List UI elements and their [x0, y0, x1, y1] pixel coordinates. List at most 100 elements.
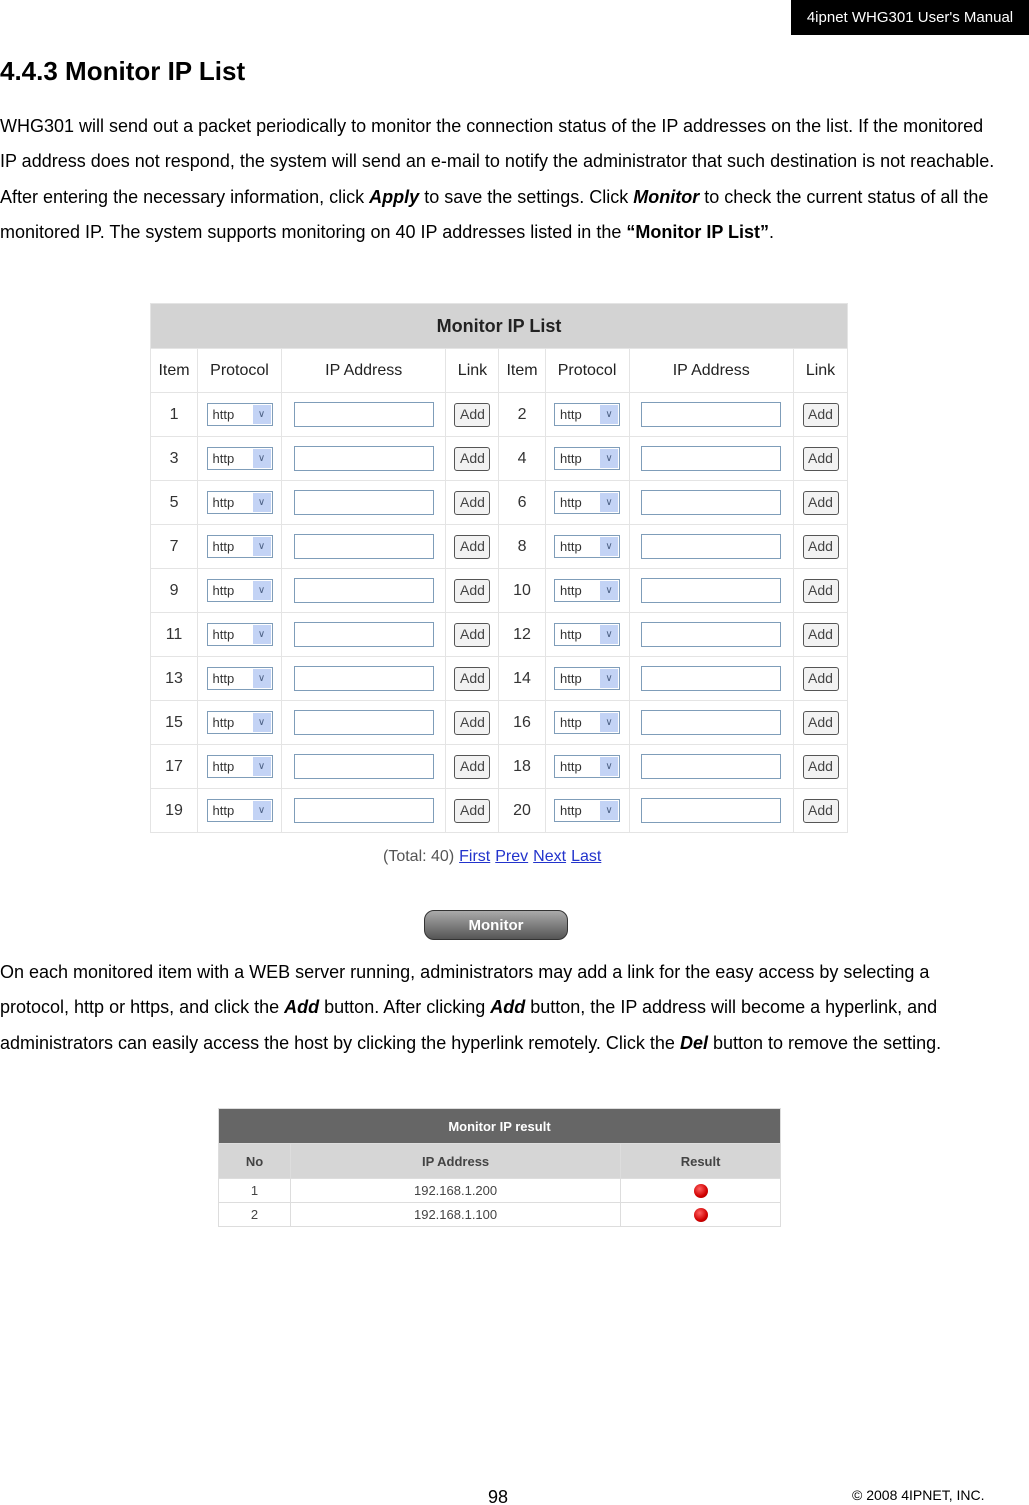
add-link-button[interactable]: Add [802, 754, 839, 779]
column-header: Protocol [544, 348, 630, 393]
protocol-select[interactable]: http ∨ [554, 711, 621, 734]
add-link-button[interactable]: Add [802, 490, 839, 515]
ip-address-input[interactable] [641, 446, 782, 471]
add-link-button[interactable]: Add [454, 402, 491, 427]
protocol-select[interactable]: http ∨ [554, 447, 621, 470]
chevron-down-icon: ∨ [252, 449, 271, 468]
ip-address-input[interactable] [641, 402, 782, 427]
add-link-button[interactable]: Add [454, 578, 491, 603]
add-link-button[interactable]: Add [802, 578, 839, 603]
protocol-select[interactable]: http ∨ [206, 623, 273, 646]
chevron-down-icon: ∨ [600, 801, 619, 820]
ip-address-input[interactable] [293, 578, 434, 603]
result-table-title: Monitor IP result [218, 1108, 781, 1144]
add-link-button[interactable]: Add [454, 446, 491, 471]
intro-paragraph: WHG301 will send out a packet periodical… [0, 109, 1000, 250]
protocol-select[interactable]: http ∨ [554, 535, 621, 558]
col-ip: IP Address [289, 1143, 622, 1179]
ip-address-input[interactable] [641, 490, 782, 515]
total-count: (Total: 40) [383, 848, 455, 865]
add-link-button[interactable]: Add [454, 622, 491, 647]
protocol-select[interactable]: http ∨ [206, 579, 273, 602]
table-row: 19 http ∨ Add 20 http ∨ Add [149, 788, 848, 833]
protocol-value: http [560, 495, 582, 510]
protocol-select[interactable]: http ∨ [206, 711, 273, 734]
item-number: 11 [149, 612, 199, 657]
add-link-button[interactable]: Add [802, 622, 839, 647]
protocol-select[interactable]: http ∨ [554, 491, 621, 514]
protocol-value: http [560, 759, 582, 774]
chevron-down-icon: ∨ [600, 537, 619, 556]
protocol-select[interactable]: http ∨ [554, 403, 621, 426]
protocol-select[interactable]: http ∨ [206, 535, 273, 558]
item-number: 7 [149, 524, 199, 569]
result-no: 2 [218, 1202, 291, 1227]
item-number: 19 [149, 788, 199, 833]
ip-address-input[interactable] [293, 798, 434, 823]
column-header: IP Address [280, 348, 447, 393]
ip-address-input[interactable] [293, 622, 434, 647]
del-term: Del [679, 1032, 708, 1053]
add-link-button[interactable]: Add [454, 710, 491, 735]
add-link-button[interactable]: Add [802, 798, 839, 823]
monitor-button[interactable]: Monitor [424, 910, 568, 940]
ip-address-input[interactable] [641, 666, 782, 691]
column-header: Item [498, 348, 546, 393]
protocol-select[interactable]: http ∨ [554, 755, 621, 778]
result-ip: 192.168.1.100 [289, 1202, 622, 1227]
prev-link[interactable]: Prev [495, 848, 528, 865]
add-term: Add [490, 997, 526, 1018]
protocol-select[interactable]: http ∨ [206, 667, 273, 690]
add-link-button[interactable]: Add [454, 754, 491, 779]
chevron-down-icon: ∨ [252, 493, 271, 512]
table-row: 7 http ∨ Add 8 http ∨ Add [149, 524, 848, 569]
chevron-down-icon: ∨ [600, 449, 619, 468]
protocol-select[interactable]: http ∨ [206, 403, 273, 426]
ip-address-input[interactable] [641, 798, 782, 823]
apply-term: Apply [369, 186, 420, 207]
add-link-button[interactable]: Add [454, 490, 491, 515]
ip-address-input[interactable] [641, 578, 782, 603]
first-link[interactable]: First [459, 848, 490, 865]
ip-address-input[interactable] [293, 710, 434, 735]
protocol-select[interactable]: http ∨ [206, 755, 273, 778]
protocol-select[interactable]: http ∨ [554, 579, 621, 602]
item-number: 8 [498, 524, 546, 569]
item-number: 14 [498, 656, 546, 701]
column-header: Link [445, 348, 500, 393]
protocol-value: http [560, 671, 582, 686]
ip-address-input[interactable] [641, 710, 782, 735]
ip-address-input[interactable] [293, 446, 434, 471]
ip-address-input[interactable] [641, 534, 782, 559]
ip-address-input[interactable] [293, 754, 434, 779]
add-link-button[interactable]: Add [454, 534, 491, 559]
protocol-select[interactable]: http ∨ [206, 491, 273, 514]
ip-address-input[interactable] [641, 622, 782, 647]
protocol-select[interactable]: http ∨ [554, 667, 621, 690]
next-link[interactable]: Next [533, 848, 566, 865]
add-link-button[interactable]: Add [802, 710, 839, 735]
add-link-button[interactable]: Add [802, 534, 839, 559]
protocol-select[interactable]: http ∨ [206, 799, 273, 822]
ip-address-input[interactable] [293, 534, 434, 559]
result-row: 2 192.168.1.100 [218, 1202, 781, 1227]
chevron-down-icon: ∨ [252, 757, 271, 776]
ip-address-input[interactable] [293, 666, 434, 691]
ip-address-input[interactable] [293, 402, 434, 427]
add-link-button[interactable]: Add [454, 666, 491, 691]
chevron-down-icon: ∨ [600, 669, 619, 688]
ip-address-input[interactable] [641, 754, 782, 779]
last-link[interactable]: Last [571, 848, 601, 865]
protocol-value: http [212, 671, 235, 686]
add-link-button[interactable]: Add [802, 446, 839, 471]
add-link-button[interactable]: Add [802, 666, 839, 691]
protocol-select[interactable]: http ∨ [554, 799, 621, 822]
add-link-button[interactable]: Add [802, 402, 839, 427]
ip-address-input[interactable] [293, 490, 434, 515]
protocol-select[interactable]: http ∨ [206, 447, 273, 470]
table-title: Monitor IP List [150, 303, 848, 349]
add-link-button[interactable]: Add [454, 798, 491, 823]
protocol-select[interactable]: http ∨ [554, 623, 621, 646]
chevron-down-icon: ∨ [252, 537, 271, 556]
table-row: 15 http ∨ Add 16 http ∨ Add [149, 700, 848, 745]
